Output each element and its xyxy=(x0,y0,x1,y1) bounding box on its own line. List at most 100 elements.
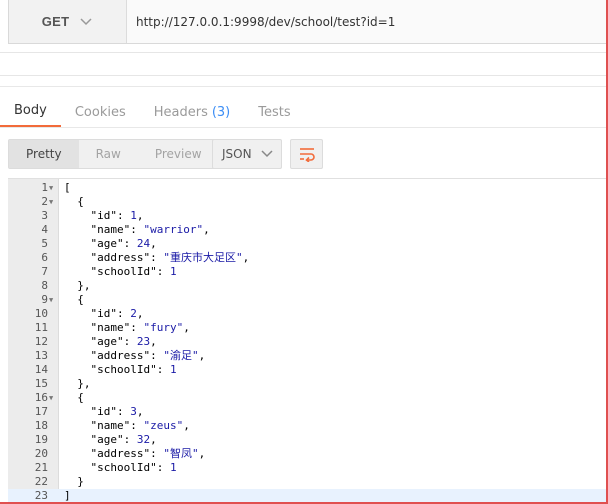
code-line: 17 "id": 3, xyxy=(8,405,606,419)
headers-count-badge: (3) xyxy=(211,104,231,120)
line-number: 7 xyxy=(41,265,48,278)
chevron-down-icon xyxy=(80,17,92,25)
code-text: "id": 3, xyxy=(90,405,144,418)
code-text: "schoolId": 1 xyxy=(90,461,177,474)
request-bar: GET http://127.0.0.1:9998/dev/school/tes… xyxy=(8,0,608,44)
code-line: 12 "age": 23, xyxy=(8,335,606,349)
code-text: { xyxy=(64,195,84,208)
tab-label: Cookies xyxy=(74,104,126,120)
line-number: 14 xyxy=(34,363,48,376)
code-text: [ xyxy=(64,181,71,194)
code-text: "name": "warrior", xyxy=(90,223,210,236)
code-text: "age": 23, xyxy=(90,335,157,348)
tab-cookies[interactable]: Cookies xyxy=(61,96,140,128)
code-text: } xyxy=(64,475,84,488)
fold-arrow-icon[interactable]: ▼ xyxy=(49,181,57,195)
code-line: 7 "schoolId": 1 xyxy=(8,265,606,279)
code-line: 19 "age": 32, xyxy=(8,433,606,447)
fold-arrow-icon[interactable]: ▼ xyxy=(49,195,57,209)
code-text: "address": "智凤", xyxy=(90,447,206,460)
line-number: 12 xyxy=(34,335,48,348)
code-text: "id": 1, xyxy=(90,209,144,222)
format-mode-group: Pretty Raw Preview xyxy=(8,139,220,169)
code-line: 20 "address": "智凤", xyxy=(8,447,606,461)
pretty-button[interactable]: Pretty xyxy=(9,140,79,168)
code-line: 5 "age": 24, xyxy=(8,237,606,251)
method-select[interactable]: GET xyxy=(9,0,127,43)
language-select[interactable]: JSON xyxy=(212,139,282,169)
line-number: 3 xyxy=(41,209,48,222)
method-label: GET xyxy=(41,14,70,29)
code-text: "schoolId": 1 xyxy=(90,265,177,278)
code-text: "address": "渝足", xyxy=(90,349,206,362)
wrap-lines-button[interactable] xyxy=(290,139,323,169)
code-line: 10 "id": 2, xyxy=(8,307,606,321)
tab-tests[interactable]: Tests xyxy=(244,96,304,128)
code-line: 4 "name": "warrior", xyxy=(8,223,606,237)
response-tabs: Body Cookies Headers (3) Tests xyxy=(0,96,305,128)
response-body-editor[interactable]: 1 ▼[2 ▼ {3 "id": 1, 4 "name": "warrior", 5 "… xyxy=(8,178,606,504)
code-line: 16 ▼ { xyxy=(8,391,606,405)
code-text: { xyxy=(64,293,84,306)
code-line: 8 }, xyxy=(8,279,606,293)
line-number: 5 xyxy=(41,237,48,250)
code-line: 13 "address": "渝足", xyxy=(8,349,606,363)
line-number: 11 xyxy=(34,321,48,334)
preview-button[interactable]: Preview xyxy=(138,140,219,168)
tab-label: Tests xyxy=(258,104,291,120)
code-line: 6 "address": "重庆市大足区", xyxy=(8,251,606,265)
line-number: 13 xyxy=(34,349,48,362)
raw-button[interactable]: Raw xyxy=(79,140,138,168)
tab-headers[interactable]: Headers (3) xyxy=(140,96,245,128)
divider xyxy=(0,86,608,87)
language-label: JSON xyxy=(222,147,252,161)
tab-label: Body xyxy=(14,103,47,118)
line-number: 19 xyxy=(34,433,48,446)
tab-label: Headers xyxy=(153,104,208,120)
line-number: 20 xyxy=(34,447,48,460)
code-line: 1 ▼ [ xyxy=(8,181,606,195)
line-number: 15 xyxy=(34,377,48,390)
code-line: 18 "name": "zeus", xyxy=(8,419,606,433)
code-text: }, xyxy=(64,279,91,292)
fold-arrow-icon[interactable]: ▼ xyxy=(49,391,57,405)
line-number: 4 xyxy=(41,223,48,236)
line-number: 18 xyxy=(34,419,48,432)
line-number: 10 xyxy=(34,307,48,320)
code-text: "address": "重庆市大足区", xyxy=(90,251,250,264)
code-text: ] xyxy=(64,489,71,502)
code-text: "name": "fury", xyxy=(90,321,190,334)
code-line: 22 } xyxy=(8,475,606,489)
request-sub-panel xyxy=(0,52,608,76)
line-number: 16 xyxy=(34,391,48,404)
code-line: 11 "name": "fury", xyxy=(8,321,606,335)
line-number: 9 xyxy=(41,293,48,306)
url-input[interactable]: http://127.0.0.1:9998/dev/school/test?id… xyxy=(127,0,607,43)
line-number: 6 xyxy=(41,251,48,264)
code-line: 23] xyxy=(8,489,606,503)
code-text: "age": 32, xyxy=(90,433,157,446)
code-text: "name": "zeus", xyxy=(90,419,190,432)
line-number: 2 xyxy=(41,195,48,208)
code-text: }, xyxy=(64,377,91,390)
line-number: 8 xyxy=(41,279,48,292)
code-text: "age": 24, xyxy=(90,237,157,250)
fold-arrow-icon[interactable]: ▼ xyxy=(49,293,57,307)
code-text: "id": 2, xyxy=(90,307,144,320)
line-number: 22 xyxy=(34,475,48,488)
code-line: 2 ▼ { xyxy=(8,195,606,209)
code-line: 9 ▼ { xyxy=(8,293,606,307)
code-line: 3 "id": 1, xyxy=(8,209,606,223)
code-line: 21 "schoolId": 1 xyxy=(8,461,606,475)
line-number: 21 xyxy=(34,461,48,474)
line-number: 23 xyxy=(34,489,48,502)
code-text: { xyxy=(64,391,84,404)
line-number: 17 xyxy=(34,405,48,418)
code-text: "schoolId": 1 xyxy=(90,363,177,376)
chevron-down-icon xyxy=(261,150,273,158)
line-number: 1 xyxy=(41,181,48,194)
tabs-underline xyxy=(0,127,608,128)
wrap-lines-icon xyxy=(299,148,315,162)
code-line: 15 }, xyxy=(8,377,606,391)
tab-body[interactable]: Body xyxy=(0,96,61,128)
